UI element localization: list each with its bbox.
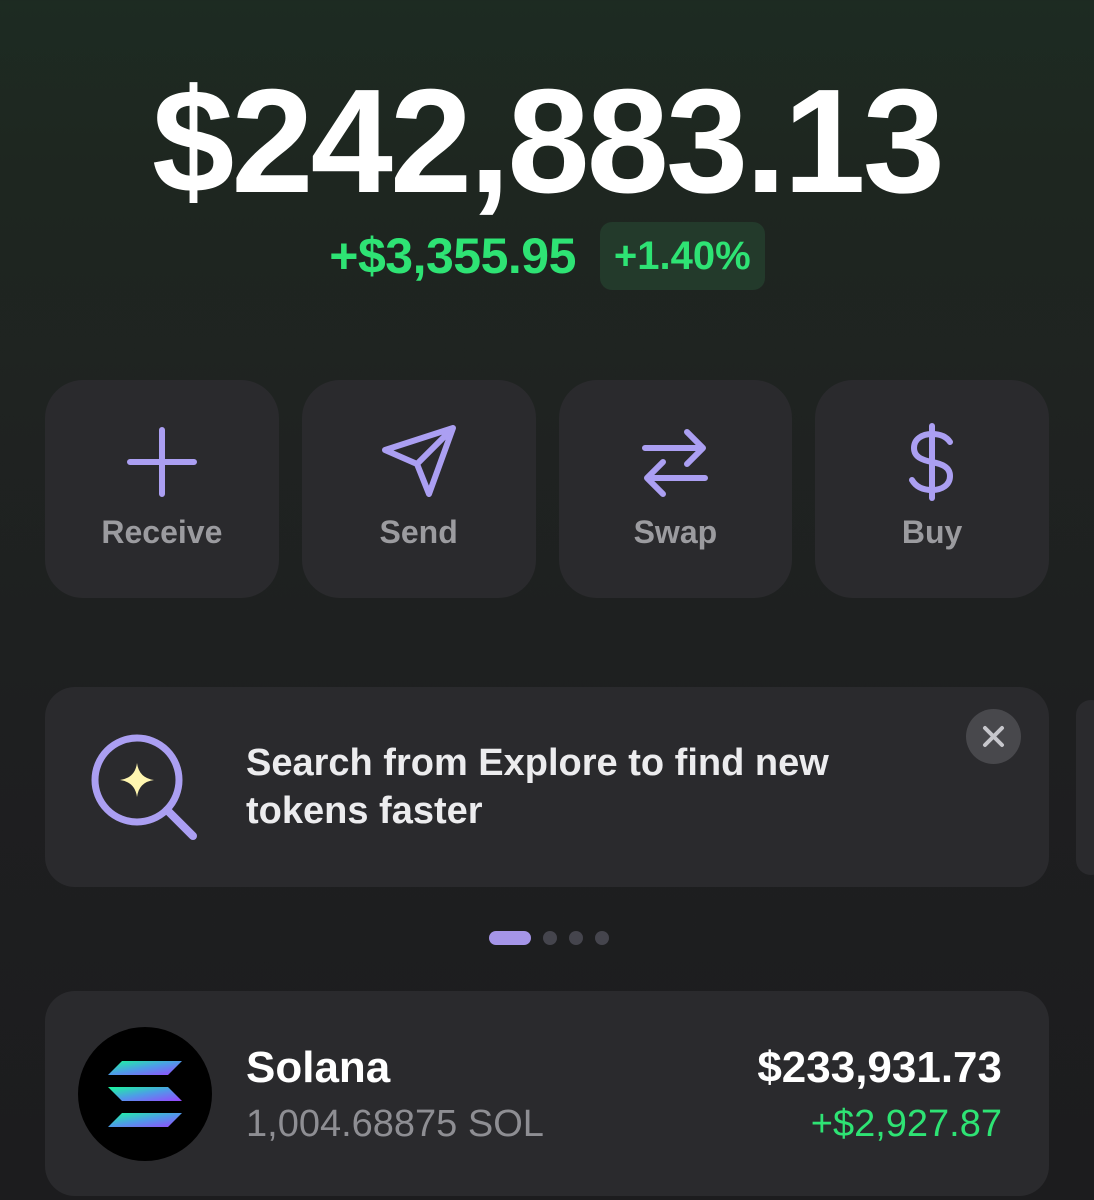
action-buttons: Receive Send Swap Buy — [45, 380, 1049, 598]
change-percent-badge: +1.40% — [599, 222, 765, 290]
token-value: $233,931.73 — [757, 1043, 1002, 1092]
search-sparkle-icon — [91, 734, 197, 840]
token-name: Solana — [246, 1043, 391, 1092]
send-label: Send — [379, 514, 458, 550]
solana-logo-icon — [108, 1061, 182, 1127]
send-icon — [381, 425, 456, 497]
token-change: +$2,927.87 — [810, 1103, 1002, 1145]
portfolio-change: +$3,355.95 +1.40% — [0, 222, 1094, 290]
pagination-dot-active[interactable] — [489, 931, 531, 945]
dollar-icon — [909, 423, 954, 501]
token-row-solana[interactable]: Solana 1,004.68875 SOL $233,931.73 +$2,9… — [45, 991, 1049, 1196]
banner-message: Search from Explore to find new tokens f… — [246, 742, 829, 832]
portfolio-balance: $242,883.13 — [151, 59, 945, 224]
banner-pagination — [489, 931, 609, 945]
token-amount: 1,004.68875 SOL — [246, 1103, 544, 1145]
pagination-dot[interactable] — [569, 931, 583, 945]
plus-icon — [126, 427, 197, 497]
next-banner-card[interactable] — [1076, 700, 1094, 875]
explore-tip-banner[interactable]: Search from Explore to find new tokens f… — [45, 687, 1049, 887]
token-logo — [78, 1027, 212, 1161]
pagination-dot[interactable] — [543, 931, 557, 945]
send-button[interactable]: Send — [301, 380, 536, 598]
swap-label: Swap — [633, 514, 718, 550]
swap-button[interactable]: Swap — [558, 380, 793, 598]
receive-button[interactable]: Receive — [45, 380, 279, 598]
change-amount: +$3,355.95 — [329, 228, 576, 284]
close-icon — [983, 726, 1004, 747]
banner-close-button[interactable] — [966, 709, 1021, 764]
receive-label: Receive — [101, 514, 223, 550]
buy-button[interactable]: Buy — [815, 380, 1049, 598]
swap-icon — [642, 429, 709, 497]
pagination-dot[interactable] — [595, 931, 609, 945]
buy-label: Buy — [901, 514, 963, 550]
